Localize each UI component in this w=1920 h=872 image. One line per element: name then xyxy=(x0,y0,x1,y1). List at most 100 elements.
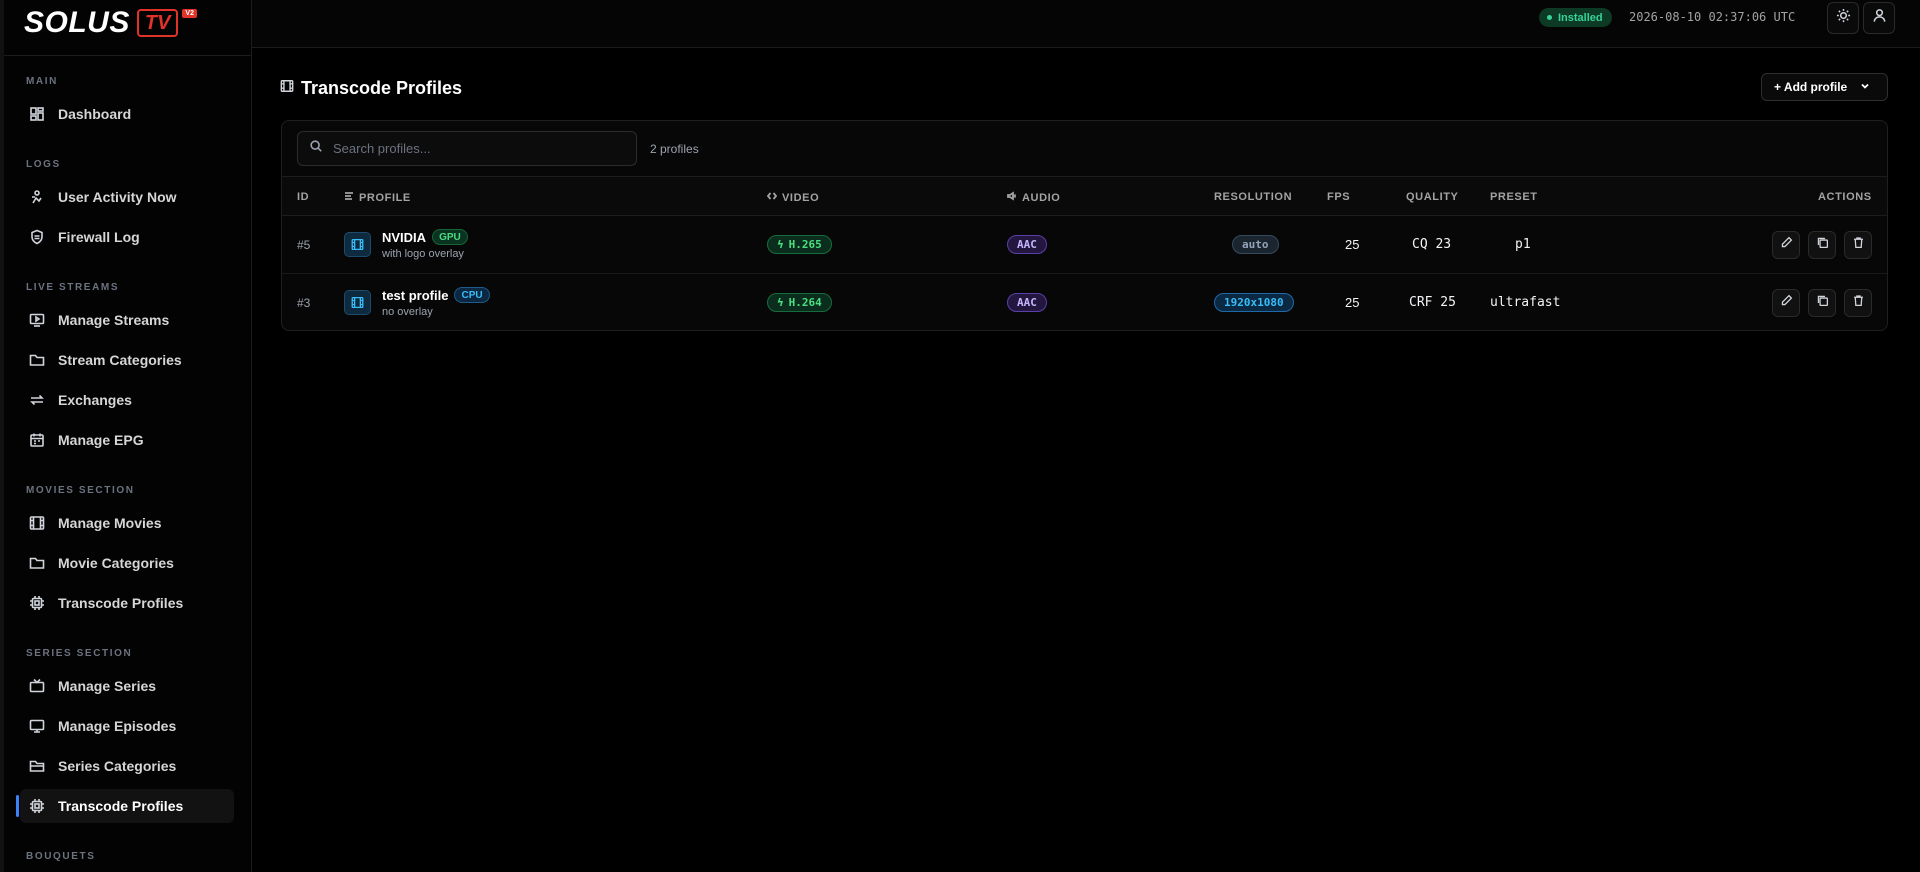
section-label-series: SERIES SECTION xyxy=(26,648,133,659)
theme-toggle-button[interactable] xyxy=(1827,2,1859,34)
dashboard-icon xyxy=(28,105,46,123)
section-label-logs: LOGS xyxy=(26,159,61,170)
sidebar-item-series-transcode-profiles[interactable]: Transcode Profiles xyxy=(16,789,234,823)
server-clock: 2026-08-10 02:37:06 UTC xyxy=(1629,10,1796,24)
duplicate-button[interactable] xyxy=(1808,230,1836,259)
sidebar-item-firewall-log[interactable]: Firewall Log xyxy=(20,220,234,254)
sidebar-item-movie-transcode-profiles[interactable]: Transcode Profiles xyxy=(20,586,234,620)
col-audio[interactable]: AUDIO xyxy=(1007,191,1060,204)
quality-value: CRF 25 xyxy=(1409,295,1456,310)
quality-value: CQ 23 xyxy=(1412,237,1452,252)
folder-icon xyxy=(28,554,46,572)
exchange-icon xyxy=(28,391,46,409)
col-resolution[interactable]: RESOLUTION xyxy=(1214,191,1292,203)
profile-subtitle: no overlay xyxy=(382,306,433,318)
col-profile[interactable]: PROFILE xyxy=(344,191,411,204)
sidebar-item-stream-categories[interactable]: Stream Categories xyxy=(20,343,234,377)
bolt-icon: ϟ xyxy=(777,296,784,309)
copy-icon xyxy=(1816,294,1829,312)
col-video[interactable]: VIDEO xyxy=(766,191,820,204)
edit-button[interactable] xyxy=(1772,288,1800,317)
audio-cell: AAC xyxy=(1007,274,1047,330)
sidebar-item-movie-categories[interactable]: Movie Categories xyxy=(20,546,234,580)
trash-icon xyxy=(1852,236,1865,254)
sidebar-item-label: Firewall Log xyxy=(58,229,140,245)
bolt-icon: ϟ xyxy=(777,238,784,251)
resolution-cell: auto xyxy=(1232,216,1279,273)
sidebar-item-exchanges[interactable]: Exchanges xyxy=(20,383,234,417)
edit-button[interactable] xyxy=(1772,230,1800,259)
logo[interactable]: SOLUS TV V2 xyxy=(24,6,197,40)
table-row[interactable]: #3 test profile CPU no overlay ϟ H.264 AA… xyxy=(282,273,1887,330)
video-codec: H.264 xyxy=(788,296,822,309)
sidebar-item-manage-movies[interactable]: Manage Movies xyxy=(20,506,234,540)
profile-cell: NVIDIA GPU with logo overlay xyxy=(344,216,468,273)
film-icon xyxy=(344,232,371,257)
profile-name: NVIDIA xyxy=(382,229,427,245)
active-indicator xyxy=(16,795,19,817)
shield-icon xyxy=(28,228,46,246)
user-icon xyxy=(1872,8,1887,28)
delete-button[interactable] xyxy=(1844,230,1872,259)
status-text: Installed xyxy=(1558,11,1603,24)
col-preset[interactable]: PRESET xyxy=(1490,191,1538,203)
sidebar-item-label: Dashboard xyxy=(58,106,132,122)
list-icon xyxy=(344,191,359,204)
profile-count: 2 profiles xyxy=(650,142,699,156)
search-box[interactable] xyxy=(297,131,637,166)
col-id[interactable]: ID xyxy=(297,191,309,203)
copy-icon xyxy=(1816,236,1829,254)
page-title: Transcode Profiles xyxy=(280,78,462,99)
col-quality[interactable]: QUALITY xyxy=(1406,191,1458,203)
status-badge: Installed xyxy=(1539,8,1612,27)
section-label-main: MAIN xyxy=(26,76,58,87)
sidebar-item-label: Manage Episodes xyxy=(58,718,177,734)
row-id: #3 xyxy=(297,295,311,310)
film-icon xyxy=(344,290,371,315)
sidebar-item-label: Movie Categories xyxy=(58,555,174,571)
section-label-bouquets: BOUQUETS xyxy=(26,851,96,862)
sidebar-item-label: Stream Categories xyxy=(58,352,182,368)
sidebar-item-label: Series Categories xyxy=(58,758,177,774)
pencil-icon xyxy=(1780,294,1793,312)
sidebar-item-label: Transcode Profiles xyxy=(58,798,184,814)
sidebar-item-dashboard[interactable]: Dashboard xyxy=(20,97,234,131)
logo-tv: TV xyxy=(136,9,179,37)
add-profile-button[interactable]: + Add profile xyxy=(1761,73,1888,101)
sun-icon xyxy=(1836,8,1851,28)
sidebar-item-manage-episodes[interactable]: Manage Episodes xyxy=(20,709,234,743)
sidebar-item-series-categories[interactable]: Series Categories xyxy=(20,749,234,783)
preset-value: p1 xyxy=(1515,237,1531,252)
col-actions: ACTIONS xyxy=(1818,191,1872,203)
code-icon xyxy=(766,191,782,204)
film-icon xyxy=(28,514,46,532)
logo-version-badge: V2 xyxy=(182,9,197,18)
duplicate-button[interactable] xyxy=(1808,288,1836,317)
profile-subtitle: with logo overlay xyxy=(382,248,464,260)
col-fps[interactable]: FPS xyxy=(1327,191,1350,203)
col-video-label: VIDEO xyxy=(782,191,820,204)
table-row[interactable]: #5 NVIDIA GPU with logo overlay ϟ H.265 A… xyxy=(282,216,1887,273)
section-label-movies: MOVIES SECTION xyxy=(26,485,135,496)
user-menu-button[interactable] xyxy=(1863,2,1895,34)
search-icon xyxy=(309,139,323,158)
sidebar-item-label: Manage Series xyxy=(58,678,157,694)
section-label-live-streams: LIVE STREAMS xyxy=(26,282,120,293)
sidebar-item-manage-series[interactable]: Manage Series xyxy=(20,669,234,703)
chevron-down-icon[interactable] xyxy=(1859,80,1871,95)
profile-name: test profile xyxy=(382,287,449,303)
search-input[interactable] xyxy=(333,141,623,156)
speaker-icon xyxy=(1007,191,1022,204)
sidebar-item-manage-epg[interactable]: Manage EPG xyxy=(20,423,234,457)
fps-value: 25 xyxy=(1345,237,1360,252)
delete-button[interactable] xyxy=(1844,288,1872,317)
video-codec-badge: ϟ H.265 xyxy=(767,235,832,254)
audio-codec-badge: AAC xyxy=(1007,293,1047,312)
sidebar-item-manage-streams[interactable]: Manage Streams xyxy=(20,303,234,337)
profile-cell: test profile CPU no overlay xyxy=(344,274,490,330)
status-dot xyxy=(1547,15,1552,20)
video-codec-badge: ϟ H.264 xyxy=(767,293,832,312)
sidebar-item-label: Transcode Profiles xyxy=(58,595,184,611)
sidebar-item-user-activity[interactable]: User Activity Now xyxy=(20,180,234,214)
table-header: ID PROFILE VIDEO AUDIO RESOLUTION FPS QU… xyxy=(282,176,1887,216)
